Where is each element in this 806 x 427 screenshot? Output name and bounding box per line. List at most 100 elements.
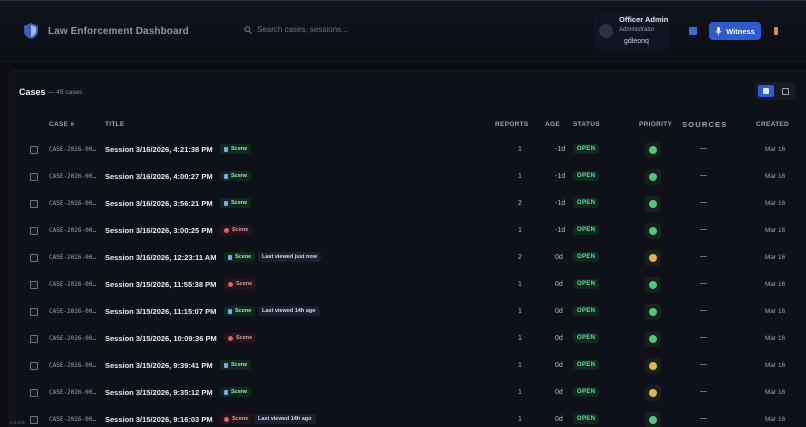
case-number[interactable]: CASE-2026-00… [49,254,96,261]
case-number[interactable]: CASE-2026-00… [49,281,96,288]
case-title[interactable]: Session 3/15/2026, 9:39:41 PM [105,361,213,370]
user-menu[interactable]: Officer Admin Administrator gdleonq [594,13,670,49]
case-title[interactable]: Session 3/16/2026, 3:56:21 PM [105,199,213,208]
case-number[interactable]: CASE-2026-00… [49,308,96,315]
record-icon [228,281,233,287]
col-case-number[interactable]: CASE # [49,121,74,128]
last-viewed-badge: Last viewed 14h ago [254,414,316,424]
table-row[interactable]: CASE-2026-00… Session 3/15/2026, 10:09:36… [10,326,806,353]
status-badge: OPEN [573,225,600,235]
case-age: 0d [555,416,563,423]
row-checkbox[interactable] [30,308,38,316]
case-age: -1d [555,227,566,234]
case-number[interactable]: CASE-2026-00… [49,200,96,207]
view-toggle [755,82,795,100]
document-icon [224,146,228,152]
col-created[interactable]: CREATED [756,121,789,128]
case-title[interactable]: Session 3/16/2026, 3:00:25 PM [105,226,213,235]
grid-view-button[interactable] [777,85,793,97]
priority-indicator [645,223,661,239]
created-date: Mar 16 [765,389,786,396]
created-date: Mar 16 [765,281,786,288]
col-status[interactable]: STATUS [573,121,600,128]
case-age: -1d [555,173,566,180]
status-badge: OPEN [573,279,600,289]
last-viewed-badge: Last viewed just now [258,252,322,262]
app-title: Law Enforcement Dashboard [48,25,189,37]
scene-tag: Scene [224,279,257,289]
row-checkbox[interactable] [30,335,38,343]
screen-icon[interactable] [689,27,697,35]
row-checkbox[interactable] [30,416,38,424]
reports-count: 2 [518,254,522,261]
case-title[interactable]: Session 3/15/2026, 9:35:12 PM [105,388,213,397]
reports-count: 1 [518,362,522,369]
table-row[interactable]: CASE-2026-00… Session 3/16/2026, 3:56:21 … [10,191,806,218]
row-checkbox[interactable] [30,362,38,370]
sources-value: — [700,388,707,395]
row-checkbox[interactable] [30,254,38,262]
case-number[interactable]: CASE-2026-00… [49,173,96,180]
search-icon [244,25,252,34]
table-row[interactable]: CASE-2026-00… Session 3/16/2026, 12:23:11… [10,245,806,272]
col-reports[interactable]: REPORTS [495,121,529,128]
case-number[interactable]: CASE-2026-00… [49,227,96,234]
last-viewed-badge: Last viewed 14h ago [258,306,320,316]
scene-tag-label: Scene [231,200,248,206]
case-number[interactable]: CASE-2026-00… [49,389,96,396]
scene-tag-label: Scene [232,227,249,233]
witness-button[interactable]: Witness [709,22,761,40]
case-title[interactable]: Session 3/16/2026, 4:21:38 PM [105,145,213,154]
row-checkbox[interactable] [30,227,38,235]
created-date: Mar 16 [765,173,786,180]
col-title[interactable]: TITLE [105,121,125,128]
table-row[interactable]: CASE-2026-00… Session 3/16/2026, 4:00:27 … [10,164,806,191]
case-title[interactable]: Session 3/16/2026, 12:23:11 AM [105,253,216,262]
case-title[interactable]: Session 3/15/2026, 11:55:38 PM [105,280,216,289]
col-priority[interactable]: PRIORITY [639,121,672,128]
row-checkbox[interactable] [30,389,38,397]
table-row[interactable]: CASE-2026-00… Session 3/15/2026, 9:39:41 … [10,353,806,380]
user-handle: gdleonq [624,38,649,45]
sources-value: — [700,334,707,341]
scene-tag: Scene [220,225,253,235]
status-badge: OPEN [573,144,600,154]
created-date: Mar 16 [765,335,786,342]
row-checkbox[interactable] [30,200,38,208]
case-number[interactable]: CASE-2026-00… [49,416,96,423]
case-title[interactable]: Session 3/15/2026, 9:16:03 PM [105,415,213,424]
search-input[interactable] [257,25,417,34]
row-checkbox[interactable] [30,173,38,181]
list-view-button[interactable] [758,85,774,97]
row-checkbox[interactable] [30,146,38,154]
case-number[interactable]: CASE-2026-00… [49,362,96,369]
case-title[interactable]: Session 3/15/2026, 11:15:07 PM [105,307,216,316]
status-badge: OPEN [573,414,600,424]
table-row[interactable]: CASE-2026-00… Session 3/16/2026, 4:21:38 … [10,137,806,164]
priority-indicator [645,385,661,401]
status-badge: OPEN [573,387,600,397]
col-age[interactable]: AGE [545,121,560,128]
table-row[interactable]: CASE-2026-00… Session 3/15/2026, 9:35:12 … [10,380,806,407]
user-name: Officer Admin [619,15,669,24]
col-sources[interactable]: SOURCES [682,120,728,129]
document-icon [224,389,228,395]
case-title[interactable]: Session 3/15/2026, 10:09:36 PM [105,334,217,343]
brand[interactable]: Law Enforcement Dashboard [24,23,189,39]
table-row[interactable]: CASE-2026-00… Session 3/15/2026, 11:55:38… [10,272,806,299]
sources-value: — [700,199,707,206]
document-icon [224,173,228,179]
case-age: 0d [555,362,563,369]
table-row[interactable]: CASE-2026-00… Session 3/15/2026, 9:16:03 … [10,407,806,427]
cases-panel: Cases — 45 cases CASE # TITLE REPORTS AG… [9,70,806,427]
row-checkbox[interactable] [30,281,38,289]
search-bar[interactable] [244,25,417,34]
reports-count: 2 [518,200,522,207]
case-age: 0d [555,308,563,315]
case-number[interactable]: CASE-2026-00… [49,146,96,153]
notes-icon[interactable] [774,27,778,35]
case-number[interactable]: CASE-2026-00… [49,335,96,342]
table-row[interactable]: CASE-2026-00… Session 3/15/2026, 11:15:07… [10,299,806,326]
case-title[interactable]: Session 3/16/2026, 4:00:27 PM [105,172,213,181]
table-row[interactable]: CASE-2026-00… Session 3/16/2026, 3:00:25 … [10,218,806,245]
